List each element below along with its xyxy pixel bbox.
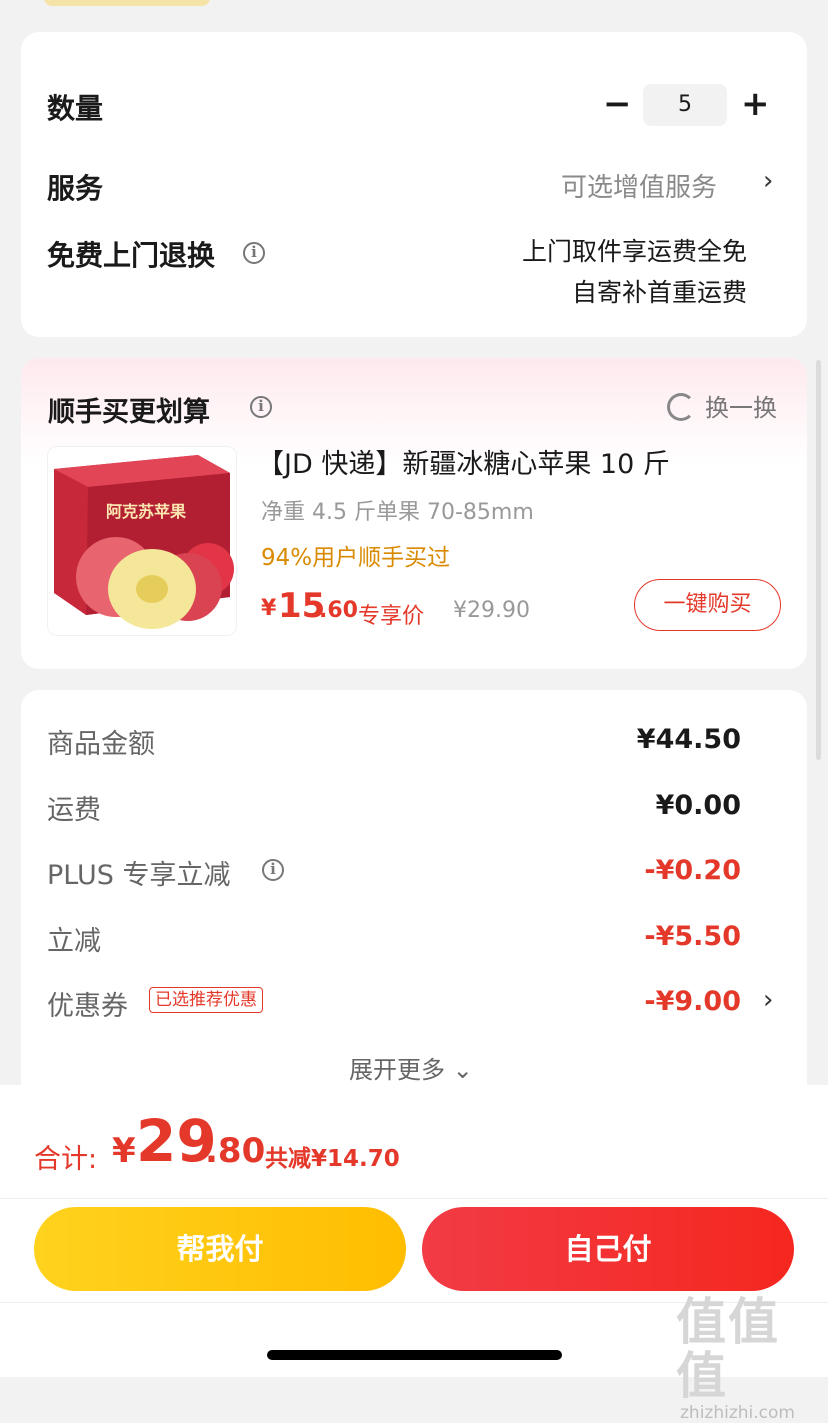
original-price: ¥29.90 (453, 598, 530, 623)
coupon-tag: 已选推荐优惠 (149, 987, 263, 1013)
minus-icon[interactable]: − (603, 84, 632, 124)
help-pay-button[interactable]: 帮我付 (34, 1207, 406, 1291)
addon-card: 顺手买更划算 i 换一换 阿克苏苹果 【JD 快递】新疆冰糖心苹果 10 斤 净… (21, 358, 807, 669)
plus-discount-label: PLUS 专享立减 (47, 860, 231, 891)
swap-label: 换一换 (705, 394, 777, 422)
order-options-card: 数量 − 5 + 服务 可选增值服务 › 免费上门退换 i 上门取件享运费全免 … (21, 32, 807, 337)
shipping-label: 运费 (47, 795, 101, 826)
total-label: 合计: (34, 1144, 98, 1175)
discount-value: -¥5.50 (644, 921, 741, 952)
discount-label: 立减 (47, 926, 101, 957)
checkout-bar: 合计: ¥ 29 .80 共减¥14.70 帮我付 自己付 值值值 zhizhi… (0, 1085, 828, 1423)
fee-breakdown-card: 商品金额 ¥44.50 运费 ¥0.00 PLUS 专享立减 i -¥0.20 … (21, 690, 807, 1110)
service-label: 服务 (47, 172, 104, 205)
quantity-input[interactable]: 5 (643, 84, 727, 126)
total-symbol: ¥ (112, 1131, 136, 1171)
total-dec: .80 (205, 1131, 266, 1171)
expand-more-button[interactable]: 展开更多 ⌄ (349, 1050, 473, 1085)
return-service-label: 免费上门退换 (47, 239, 216, 272)
watermark-url: zhizhizhi.com (680, 1403, 795, 1423)
coupon-value[interactable]: -¥9.00 (644, 986, 741, 1017)
price-label: 专享价 (358, 604, 425, 629)
coupon-label: 优惠券 (47, 991, 128, 1022)
shipping-value: ¥0.00 (655, 790, 741, 821)
price-dec: .60 (319, 598, 358, 623)
service-value[interactable]: 可选增值服务 (561, 167, 717, 204)
plus-discount-value: -¥0.20 (644, 855, 741, 886)
info-icon[interactable]: i (243, 242, 265, 264)
refresh-icon (667, 393, 695, 421)
info-icon[interactable]: i (250, 396, 272, 418)
plus-icon[interactable]: + (741, 84, 770, 124)
chevron-right-icon[interactable]: › (763, 985, 773, 1015)
self-pay-button[interactable]: 自己付 (422, 1207, 794, 1291)
info-icon[interactable]: i (262, 859, 284, 881)
scrollbar[interactable] (816, 360, 821, 760)
watermark-logo: 值值值 (676, 1293, 780, 1405)
watermark: 值值值 zhizhizhi.com (676, 1295, 828, 1423)
home-indicator[interactable] (267, 1350, 562, 1360)
price-symbol: ¥ (261, 596, 277, 621)
addon-title: 顺手买更划算 (48, 397, 210, 428)
goods-amount-value: ¥44.50 (636, 724, 741, 755)
swap-button[interactable]: 换一换 (667, 388, 777, 423)
product-spec: 净重 4.5 斤单果 70-85mm (261, 500, 534, 525)
return-service-line1: 上门取件享运费全免 (521, 237, 747, 266)
return-service-line2: 自寄补首重运费 (571, 278, 747, 307)
goods-amount-label: 商品金额 (47, 729, 155, 760)
apple-box-image: 阿克苏苹果 (48, 447, 236, 635)
product-title[interactable]: 【JD 快递】新疆冰糖心苹果 10 斤 (257, 442, 670, 481)
top-chip (44, 0, 210, 6)
chevron-right-icon[interactable]: › (763, 166, 773, 196)
product-tag: 94%用户顺手买过 (261, 545, 451, 571)
box-label: 阿克苏苹果 (106, 502, 186, 521)
quantity-label: 数量 (47, 92, 104, 125)
divider (0, 1198, 828, 1199)
product-image[interactable]: 阿克苏苹果 (47, 446, 237, 636)
total-saving: 共减¥14.70 (265, 1146, 400, 1172)
one-click-buy-button[interactable]: 一键购买 (634, 579, 781, 631)
